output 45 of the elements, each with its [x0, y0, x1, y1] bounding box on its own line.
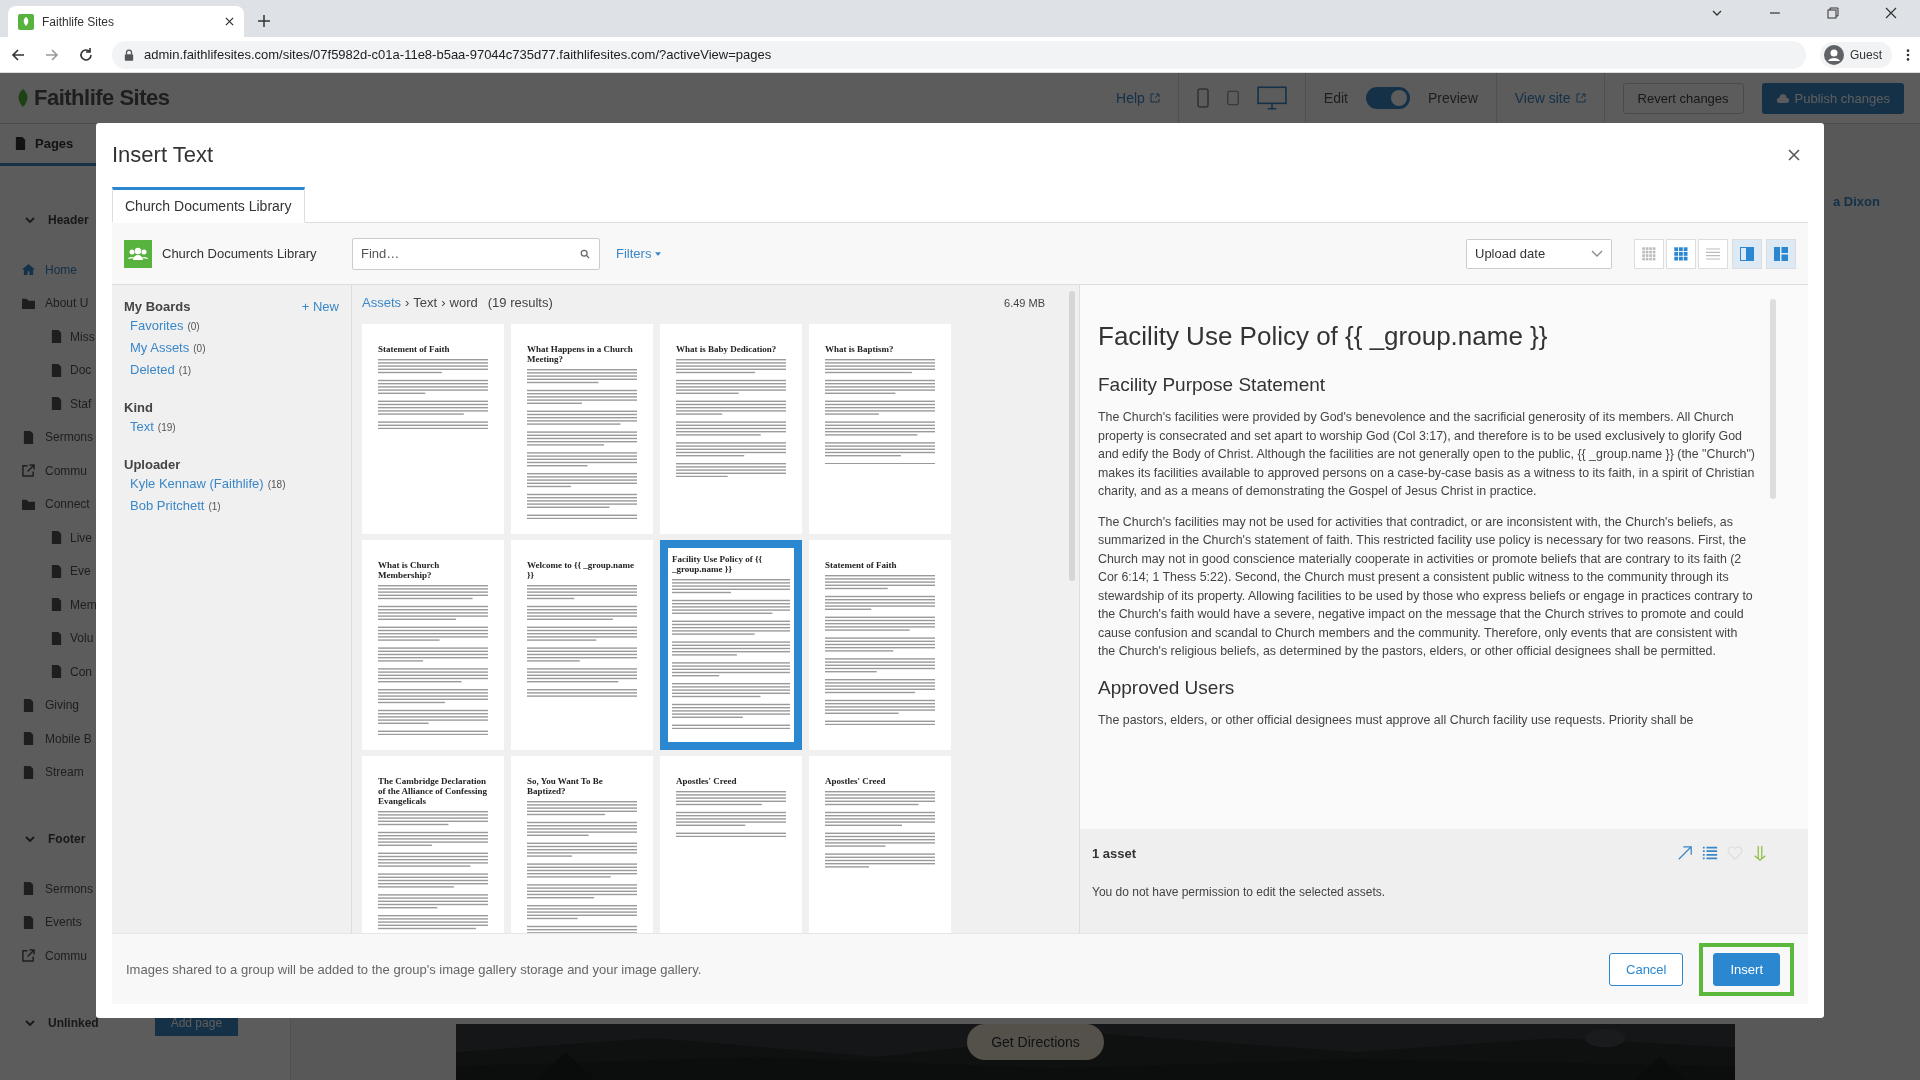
filter-group-title: Uploader — [124, 457, 181, 472]
tab-label: Pages — [35, 136, 74, 151]
document-title: Statement of Faith — [825, 560, 898, 570]
section-title: Unlinked — [48, 1015, 99, 1030]
filter-count: (1) — [178, 365, 192, 376]
paragraph: The pastors, elders, or other official designees must approve all Church facility use requests. Priority shall be — [1098, 711, 1695, 729]
preview-label: Preview — [1427, 90, 1478, 106]
filter-count: (1) — [208, 501, 221, 512]
section-heading: Approved Users — [1098, 676, 1236, 699]
edit-label: Edit — [1323, 90, 1348, 106]
library-name: Church Documents Library — [162, 246, 318, 261]
document-title: What is Baby Dedication? — [676, 344, 778, 354]
document-title: What Happens in a Church Meeting? — [527, 344, 634, 364]
document-title: Facility Use Policy of {{ _group.name }} — [672, 554, 764, 574]
section-title: Header — [48, 213, 89, 227]
document-title: Apostles' Creed — [825, 776, 887, 786]
breadcrumb-item: Text — [413, 295, 438, 310]
filter-count: (0) — [193, 343, 206, 354]
document-title: Apostles' Creed — [676, 776, 738, 786]
tab-title: Faithlife Sites — [42, 14, 116, 29]
document-title: Welcome to {{ _group.name }} — [527, 560, 635, 580]
footer-note: Images shared to a group will be added to the group's image gallery storage and your image gallery. — [126, 961, 702, 977]
document-title: Statement of Faith — [378, 344, 451, 354]
author-name: a Dixon — [1833, 194, 1880, 209]
paragraph: The Church's facilities were provided by God's benevolence and the sacrificial generosity of its members. All Church property is consecrated and set apart to worship God (Col 3:17), and therefore is to be used exclusively to glorify God and edify the Body of Christ. Although the facilities are not generally open to the public, {{ _group.name }} (the "Church") makes its facilities available to approved persons on a case-by-case basis as a witness to its faith, in a spirit of Christian charity, and as a means of demonstrating the Gospel of Jesus Christ in practice. — [1098, 409, 1756, 500]
breadcrumb-item: word — [449, 295, 478, 310]
document-title: What is Church Membership? — [378, 560, 441, 580]
section-title: Footer — [48, 832, 86, 846]
result-count: (19 results) — [487, 295, 553, 310]
document-title: What is Baptism? — [825, 344, 895, 354]
permission-note: You do not have permission to edit the selected assets. — [1092, 885, 1387, 899]
filter-group-title: My Boards — [124, 299, 191, 314]
paragraph: The Church's facilities may not be used for activities that contradict, or are inconsistent with, the Church's beliefs, as summarized in the Church's statement of faith. This restricted facility use policy is necessary for two reasons. First, the Church may not in good conscience materially cooperate in activities or promote beliefs that are contrary to its faith (2 Cor 6:14; 1 Thess 5:22). Second, the Church must present a consistent public witness to the community through its stewardship of its property. Allowing facilities to be used by those who express beliefs or engage in practices contrary to the Church's faith would have a severe, negative impact on the message that the Church strives to promote and could cause confusion and scandal to Church members and the community. Therefore, only events that are consistent with the Church's religious beliefs, as determined by the pastors, elders, or other official designees shall be permitted. — [1098, 513, 1754, 660]
filter-count: (0) — [187, 321, 200, 332]
filter-group-title: Kind — [124, 400, 153, 415]
asset-count: 1 asset — [1092, 845, 1137, 861]
storage-size: 6.49 MB — [1004, 297, 1045, 309]
document-title: The Cambridge Declaration of the Alliance of Confessing Evangelicals — [378, 776, 488, 806]
document-heading: Facility Use Policy of {{ _group.name }} — [1098, 321, 1549, 352]
filter-count: (19) — [157, 422, 176, 433]
document-title: So, You Want To Be Baptized? — [527, 776, 604, 796]
section-heading: Facility Purpose Statement — [1098, 374, 1327, 396]
breadcrumb-separator: › — [441, 295, 446, 310]
filter-count: (18) — [267, 479, 286, 490]
breadcrumb-separator: › — [405, 295, 410, 310]
